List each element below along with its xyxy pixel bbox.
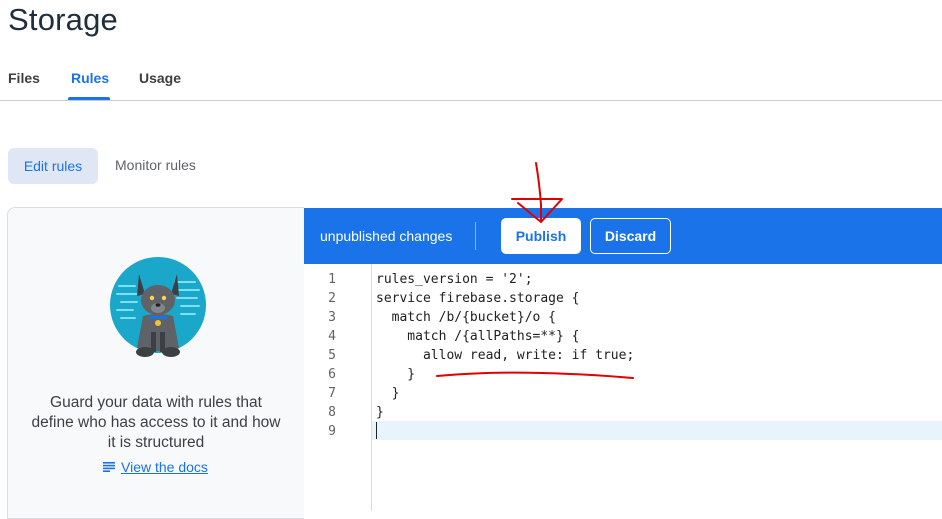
line-number: 6 <box>328 367 336 382</box>
dog-mascot-illustration <box>110 257 206 357</box>
tab-usage[interactable]: Usage <box>139 70 181 86</box>
line-number: 4 <box>328 329 336 344</box>
rules-info-panel: Guard your data with rules that define w… <box>7 207 304 519</box>
rules-description: Guard your data with rules that define w… <box>31 394 281 451</box>
line-number: 5 <box>328 348 336 363</box>
code-line[interactable]: allow read, write: if true; <box>376 346 634 365</box>
line-number: 1 <box>328 272 336 287</box>
line-number-gutter: 1 2 3 4 5 6 7 8 9 <box>304 264 372 511</box>
current-line-highlight <box>372 421 942 440</box>
code-line[interactable]: match /{allPaths=**} { <box>376 327 579 346</box>
page-title: Storage <box>8 2 118 37</box>
edit-rules-button[interactable]: Edit rules <box>8 148 98 184</box>
text-caret <box>376 422 377 439</box>
discard-button[interactable]: Discard <box>590 218 671 254</box>
code-line[interactable]: rules_version = '2'; <box>376 270 533 289</box>
code-line[interactable]: service firebase.storage { <box>376 289 580 308</box>
view-docs-label[interactable]: View the docs <box>121 459 208 475</box>
editor-toolbar: unpublished changes Publish Discard <box>304 208 942 264</box>
line-number: 9 <box>328 424 336 439</box>
unpublished-status: unpublished changes <box>320 228 453 244</box>
active-tab-indicator <box>68 97 110 100</box>
notes-lines-icon <box>103 462 115 472</box>
monitor-rules-button[interactable]: Monitor rules <box>115 157 196 173</box>
rules-code-editor[interactable]: rules_version = '2'; service firebase.st… <box>372 264 942 511</box>
publish-button[interactable]: Publish <box>501 218 581 254</box>
code-line[interactable]: } <box>376 365 415 384</box>
line-number: 2 <box>328 291 336 306</box>
code-line[interactable]: } <box>376 403 384 422</box>
toolbar-divider <box>475 222 476 250</box>
line-number: 3 <box>328 310 336 325</box>
view-docs-link[interactable]: View the docs <box>103 459 208 475</box>
tab-files[interactable]: Files <box>8 70 40 86</box>
code-line[interactable]: } <box>376 384 400 403</box>
code-line[interactable]: match /b/{bucket}/o { <box>376 308 556 327</box>
line-number: 8 <box>328 405 336 420</box>
tab-rules[interactable]: Rules <box>71 70 109 86</box>
tab-bar: Files Rules Usage <box>0 60 942 101</box>
line-number: 7 <box>328 386 336 401</box>
